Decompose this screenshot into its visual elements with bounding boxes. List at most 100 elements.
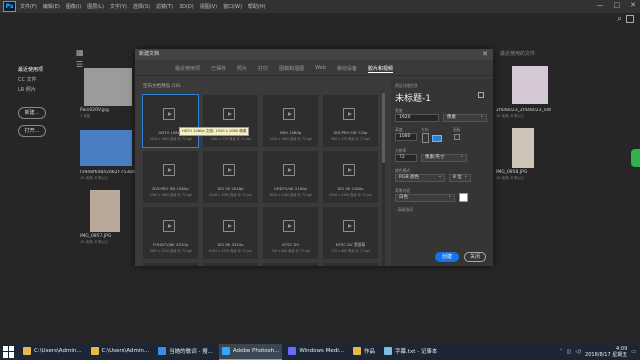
side-panel-tab[interactable] bbox=[631, 149, 640, 167]
tab-photo[interactable]: 照片 bbox=[237, 65, 247, 73]
recent-thumbnail[interactable] bbox=[512, 128, 534, 168]
tray-chevron-icon[interactable]: ˄ bbox=[560, 349, 563, 355]
video-preset-icon bbox=[223, 164, 235, 176]
tab-print[interactable]: 打印 bbox=[258, 65, 268, 73]
taskbar-item-label: C:\Users\Admin... bbox=[101, 348, 150, 354]
dialog-close-icon[interactable]: ✕ bbox=[482, 50, 488, 58]
menu-window[interactable]: 窗口(W) bbox=[223, 3, 242, 10]
menu-layer[interactable]: 图层(L) bbox=[87, 3, 104, 10]
preset-card[interactable]: FUHDTV/8K 4320p 7680 x 4320 像素 @ 72 ppi bbox=[143, 207, 198, 259]
tab-art[interactable]: 图稿和插图 bbox=[279, 65, 304, 73]
width-unit-select[interactable]: 像素 bbox=[443, 113, 487, 122]
preset-scrollbar[interactable] bbox=[382, 93, 385, 266]
menu-3d[interactable]: 3D(D) bbox=[179, 4, 194, 10]
recent-thumbnail[interactable] bbox=[512, 66, 548, 104]
tab-saved[interactable]: 已保存 bbox=[211, 65, 226, 73]
preset-size: 1280 x 720 像素 @ 72 ppi bbox=[210, 137, 251, 141]
notification-icon[interactable]: ▭ bbox=[631, 349, 636, 355]
photoshop-logo-icon: Ps bbox=[3, 1, 16, 12]
resolution-input[interactable]: 72 bbox=[395, 154, 417, 162]
maximize-button[interactable]: □ bbox=[614, 1, 621, 9]
preset-card[interactable]: DCI 8K 4320p 8192 x 4320 像素 @ 72 ppi bbox=[203, 207, 258, 259]
menu-filter[interactable]: 滤镜(T) bbox=[156, 3, 173, 10]
tab-web[interactable]: Web bbox=[315, 65, 326, 73]
minimize-button[interactable]: — bbox=[597, 1, 604, 9]
network-icon[interactable]: ◫ bbox=[567, 349, 572, 355]
advanced-options-toggle[interactable]: › 高级选项 bbox=[395, 207, 413, 213]
preset-card[interactable]: HDTV 1080p 1920 x 1080 像素 @ 72 ppi bbox=[142, 94, 199, 148]
height-input[interactable]: 1080 bbox=[395, 133, 417, 141]
menu-type[interactable]: 文字(Y) bbox=[110, 3, 127, 10]
workspace-icon[interactable] bbox=[626, 15, 634, 23]
details-header: 预设详细信息 bbox=[395, 83, 418, 88]
scrollbar-thumb[interactable] bbox=[382, 93, 385, 163]
windows-start-icon[interactable] bbox=[3, 345, 15, 358]
tab-recent[interactable]: 最近使用项 bbox=[175, 65, 200, 73]
preset-card[interactable]: DCI 4K 2160p 4096 x 2160 像素 @ 72 ppi bbox=[323, 151, 378, 203]
preset-card[interactable] bbox=[203, 263, 258, 266]
menu-view[interactable]: 视图(V) bbox=[200, 3, 217, 10]
open-button[interactable]: 打开... bbox=[18, 125, 46, 137]
preset-card[interactable]: HDV 1080p 1440 x 1080 像素 @ 72 ppi bbox=[263, 95, 318, 147]
taskbar-item[interactable]: Adobe Photosh... bbox=[218, 343, 283, 360]
preset-size: 1440 x 1080 像素 @ 72 ppi bbox=[269, 137, 312, 141]
list-view-icon[interactable]: ☰ bbox=[76, 60, 83, 69]
close-window-button[interactable]: ✕ bbox=[630, 1, 636, 9]
preset-card[interactable]: NTSC DV 720 x 480 像素 @ 72 ppi bbox=[263, 207, 318, 259]
taskbar-item[interactable]: 当她的歌词 - 搜... bbox=[155, 344, 216, 360]
menu-select[interactable]: 选择(S) bbox=[133, 3, 150, 10]
resolution-unit-select[interactable]: 像素/英寸 bbox=[421, 153, 467, 162]
preset-size: 720 x 480 像素 @ 72 ppi bbox=[271, 249, 310, 253]
color-mode-select[interactable]: RGB 颜色 bbox=[395, 173, 445, 182]
close-button[interactable]: 关闭 bbox=[464, 252, 486, 262]
preset-card[interactable]: DVCPRO HD 1080p 1280 x 1080 像素 @ 72 ppi bbox=[143, 151, 198, 203]
menu-edit[interactable]: 编辑(E) bbox=[43, 3, 60, 10]
nav-lr-photos[interactable]: LR 照片 bbox=[18, 86, 68, 93]
tab-film-video[interactable]: 胶片和视频 bbox=[368, 65, 394, 73]
video-preset-icon bbox=[163, 164, 175, 176]
save-preset-icon[interactable] bbox=[478, 92, 484, 98]
preset-card[interactable]: UHDTV/4K 2160p 3840 x 2160 像素 @ 72 ppi bbox=[263, 151, 318, 203]
preset-card[interactable]: NTSC DV 宽银幕 720 x 480 像素 @ 72 ppi bbox=[323, 207, 378, 259]
landscape-icon[interactable] bbox=[432, 135, 442, 142]
recent-thumbnail[interactable] bbox=[84, 68, 132, 106]
create-button[interactable]: 创建 bbox=[435, 252, 459, 262]
search-icon[interactable]: ⌕ bbox=[617, 14, 622, 24]
portrait-icon[interactable] bbox=[422, 133, 429, 143]
background-color-swatch[interactable] bbox=[459, 193, 468, 202]
recent-thumbnail[interactable] bbox=[90, 190, 120, 232]
artboard-checkbox[interactable] bbox=[454, 134, 460, 140]
menu-file[interactable]: 文件(F) bbox=[20, 3, 37, 10]
taskbar-item[interactable]: Windows Medi... bbox=[285, 344, 347, 360]
grid-view-icon[interactable]: ▦ bbox=[76, 48, 84, 57]
taskbar-item[interactable]: C:\Users\Admin... bbox=[88, 344, 153, 360]
width-input[interactable]: 1920 bbox=[395, 114, 439, 122]
preset-card[interactable]: DCI 2K 2048p 2048 x 1080 像素 @ 72 ppi bbox=[203, 151, 258, 203]
nav-cc-files[interactable]: CC 文件 bbox=[18, 76, 68, 83]
background-select[interactable]: 白色 bbox=[395, 193, 455, 202]
preset-size: 1920 x 1080 像素 @ 72 ppi bbox=[149, 137, 192, 141]
video-preset-icon bbox=[343, 108, 355, 120]
video-preset-icon bbox=[223, 108, 235, 120]
taskbar-item[interactable]: 作品 bbox=[350, 344, 378, 360]
menu-help[interactable]: 帮助(H) bbox=[248, 3, 266, 10]
preset-card[interactable] bbox=[323, 263, 378, 266]
document-name-field[interactable]: 未标题-1 bbox=[395, 91, 431, 104]
taskbar-item-label: 当她的歌词 - 搜... bbox=[169, 349, 213, 355]
preset-card[interactable] bbox=[263, 263, 318, 266]
nav-recent[interactable]: 最近使用项 bbox=[18, 66, 68, 73]
system-clock[interactable]: 4:09 2018/8/17 星期五 bbox=[585, 346, 627, 358]
bit-depth-select[interactable]: 8 位 bbox=[449, 173, 471, 182]
menu-image[interactable]: 图像(I) bbox=[66, 3, 81, 10]
taskbar-item[interactable]: C:\Users\Admin... bbox=[20, 344, 85, 360]
taskbar-item[interactable]: 字幕.txt - 记事本 bbox=[381, 344, 440, 360]
new-button[interactable]: 新建... bbox=[18, 107, 46, 119]
preset-card[interactable] bbox=[143, 263, 198, 266]
recent-thumbnail[interactable] bbox=[80, 130, 132, 166]
preset-card[interactable]: DVCPRO HD 720p 960 x 720 像素 @ 72 ppi bbox=[323, 95, 378, 147]
tab-mobile[interactable]: 移动设备 bbox=[337, 65, 357, 73]
recent-file-date: 10 天前, 8 张以上 bbox=[80, 176, 109, 180]
volume-icon[interactable]: ◁) bbox=[575, 349, 581, 355]
preset-size: 720 x 480 像素 @ 72 ppi bbox=[331, 249, 370, 253]
preset-card[interactable]: HDTV 720p1280 x 720 像素 @ 72 ppi bbox=[203, 95, 258, 147]
